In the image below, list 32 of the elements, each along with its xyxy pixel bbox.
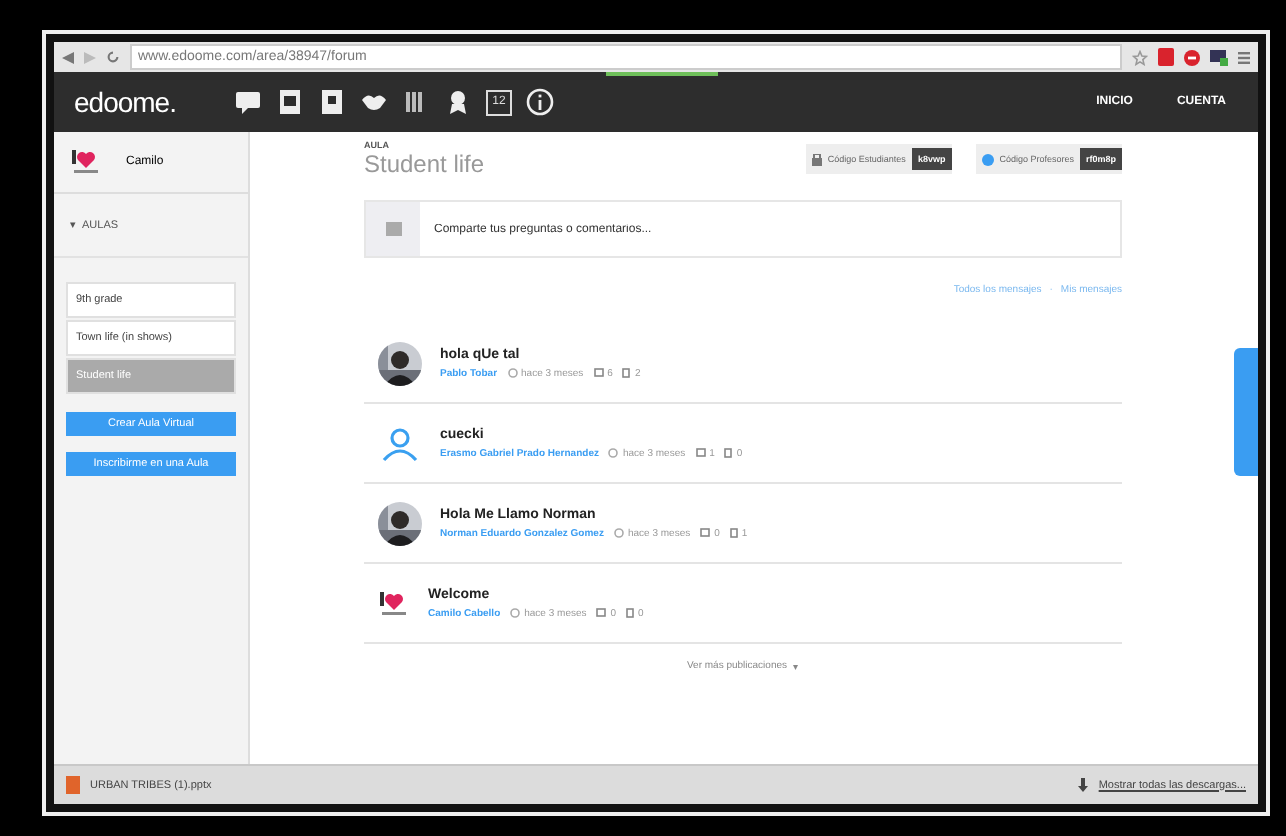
globe-icon: [981, 153, 994, 165]
heart-logo-icon: [378, 589, 410, 617]
lock-icon: [811, 153, 822, 165]
award-icon[interactable]: [444, 88, 472, 116]
stop-icon[interactable]: [1184, 49, 1200, 65]
monitor-icon[interactable]: [1210, 49, 1228, 65]
info-icon[interactable]: [526, 88, 554, 116]
document-icon[interactable]: [276, 88, 304, 116]
back-icon[interactable]: [62, 51, 74, 63]
star-icon[interactable]: [1132, 49, 1148, 65]
file-icon: [724, 448, 733, 458]
file-icon: [622, 368, 631, 378]
clock-icon: [507, 368, 518, 378]
file-icon: [626, 608, 635, 618]
class-title: Student life: [364, 150, 485, 178]
download-icon: [1078, 778, 1089, 792]
logo[interactable]: edoome.: [74, 86, 214, 118]
menu-icon[interactable]: [1238, 51, 1250, 63]
file-icon: [66, 776, 80, 794]
clock-icon: [613, 528, 624, 538]
comment-icon: [593, 368, 604, 378]
comment-icon: [695, 448, 706, 458]
book-icon[interactable]: [318, 88, 346, 116]
file-icon: [729, 528, 738, 538]
reload-icon[interactable]: [106, 50, 120, 64]
comment-icon: [596, 608, 607, 618]
comment-icon: [700, 528, 711, 538]
chat-icon: [385, 222, 401, 236]
chat-icon[interactable]: [234, 88, 262, 116]
clock-icon: [510, 608, 521, 618]
heart-logo-icon: [70, 148, 102, 176]
clock-icon: [608, 448, 619, 458]
